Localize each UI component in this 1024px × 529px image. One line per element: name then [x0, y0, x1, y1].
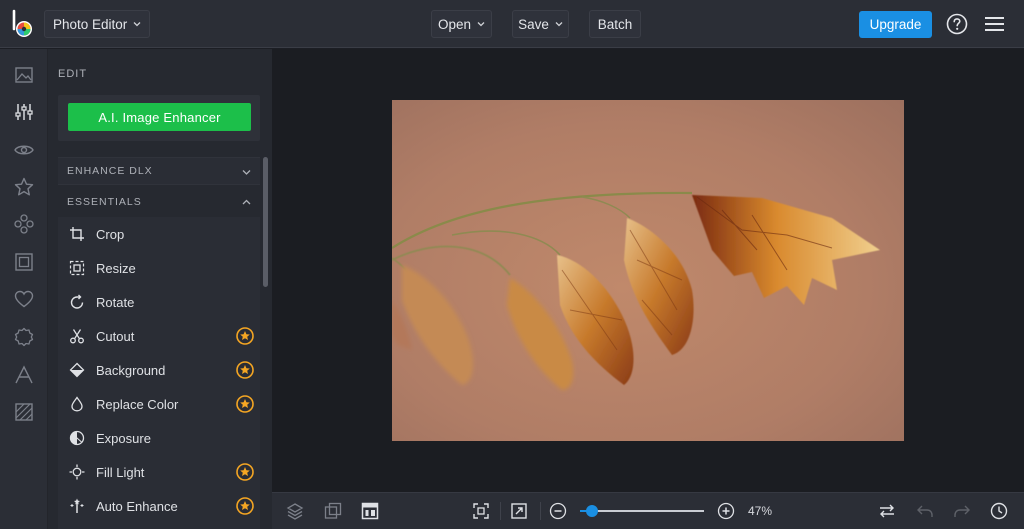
tool-rotate[interactable]: Rotate: [58, 285, 260, 319]
text-icon[interactable]: [13, 364, 35, 386]
tool-auto-enhance[interactable]: Auto Enhance: [58, 489, 260, 523]
section-label: ENHANCE DLX: [67, 165, 153, 177]
premium-star-icon: [236, 463, 254, 481]
tool-label: Replace Color: [96, 397, 179, 412]
redo-icon[interactable]: [953, 502, 971, 520]
resize-icon: [69, 260, 85, 276]
texture-icon[interactable]: [13, 401, 35, 423]
layers-icon[interactable]: [286, 502, 304, 520]
open-button[interactable]: Open: [431, 10, 492, 38]
frame-icon[interactable]: [13, 251, 35, 273]
tool-label: Crop: [96, 227, 125, 242]
premium-star-icon: [236, 327, 254, 345]
enhance-dlx-section-header[interactable]: ENHANCE DLX: [58, 157, 260, 185]
panel-scrollbar-thumb[interactable]: [263, 157, 268, 287]
tool-label: Background: [96, 363, 166, 378]
tool-background[interactable]: Background: [58, 353, 260, 387]
tool-label: Auto Enhance: [96, 499, 178, 514]
ai-image-enhancer-button[interactable]: A.I. Image Enhancer: [68, 103, 251, 131]
toolbar-divider: [540, 502, 541, 520]
magic-wand-icon: [70, 498, 84, 513]
hamburger-menu-icon[interactable]: [985, 15, 1004, 33]
tool-label: Resize: [96, 261, 136, 276]
panel-title: EDIT: [58, 68, 88, 80]
zoom-slider-track[interactable]: [580, 510, 704, 512]
tool-label: Fill Light: [96, 465, 145, 480]
zoom-in-icon[interactable]: [717, 502, 735, 520]
drop-icon: [71, 396, 83, 412]
image-icon[interactable]: [13, 64, 35, 86]
compare-icon[interactable]: [324, 502, 342, 520]
fit-to-screen-icon[interactable]: [472, 502, 490, 520]
edit-panel: EDIT A.I. Image Enhancer ENHANCE DLX ESS…: [48, 49, 272, 529]
elements-icon[interactable]: [13, 213, 35, 235]
scissors-icon: [70, 329, 84, 344]
zoom-percentage: 47%: [748, 504, 773, 518]
tool-exposure[interactable]: Exposure: [58, 421, 260, 455]
app-selector-label: Photo Editor: [53, 16, 128, 32]
chevron-down-icon: [477, 22, 485, 27]
tool-label: Rotate: [96, 295, 135, 310]
history-icon[interactable]: [990, 502, 1008, 520]
rotate-icon: [70, 294, 84, 309]
eye-icon[interactable]: [13, 139, 35, 161]
help-icon[interactable]: [946, 13, 968, 35]
chevron-down-icon: [555, 22, 563, 27]
tool-resize[interactable]: Resize: [58, 251, 260, 285]
premium-star-icon: [236, 361, 254, 379]
swap-icon[interactable]: [878, 502, 896, 520]
save-label: Save: [518, 16, 549, 32]
batch-label: Batch: [597, 16, 633, 32]
essentials-section-header[interactable]: ESSENTIALS: [58, 188, 260, 216]
exposure-icon: [69, 430, 85, 446]
upgrade-button[interactable]: Upgrade: [859, 11, 932, 38]
heart-icon[interactable]: [13, 288, 35, 310]
photo-image[interactable]: [392, 100, 904, 441]
open-label: Open: [437, 16, 472, 32]
save-button[interactable]: Save: [512, 10, 569, 38]
crop-icon: [70, 227, 84, 241]
chevron-down-icon: [242, 170, 251, 175]
section-label: ESSENTIALS: [67, 196, 142, 208]
badge-icon[interactable]: [13, 326, 35, 348]
tool-replace-color[interactable]: Replace Color: [58, 387, 260, 421]
app-selector-dropdown[interactable]: Photo Editor: [44, 10, 150, 38]
premium-star-icon: [236, 395, 254, 413]
tool-fill-light[interactable]: Fill Light: [58, 455, 260, 489]
batch-button[interactable]: Batch: [589, 10, 641, 38]
tool-category-rail: [0, 49, 48, 529]
chevron-up-icon: [242, 199, 251, 205]
star-icon[interactable]: [13, 176, 35, 198]
tool-cutout[interactable]: Cutout: [58, 319, 260, 353]
background-icon: [69, 362, 85, 378]
adjust-sliders-icon[interactable]: [13, 101, 35, 123]
premium-star-icon: [236, 497, 254, 515]
befunky-logo-icon[interactable]: [10, 9, 36, 39]
essentials-tool-list: Crop Resize Rotate Cutout Background Rep…: [58, 217, 260, 529]
tool-label: Exposure: [96, 431, 151, 446]
layout-icon[interactable]: [361, 502, 379, 520]
toolbar-divider: [500, 502, 501, 520]
actual-size-icon[interactable]: [510, 502, 528, 520]
zoom-out-icon[interactable]: [549, 502, 567, 520]
zoom-slider-handle[interactable]: [586, 505, 598, 517]
chevron-down-icon: [133, 22, 141, 27]
top-bar: Photo Editor Open Save Batch Upgrade: [0, 0, 1024, 48]
tool-label: Cutout: [96, 329, 135, 344]
undo-icon[interactable]: [916, 502, 934, 520]
fill-light-icon: [69, 464, 85, 480]
tool-crop[interactable]: Crop: [58, 217, 260, 251]
